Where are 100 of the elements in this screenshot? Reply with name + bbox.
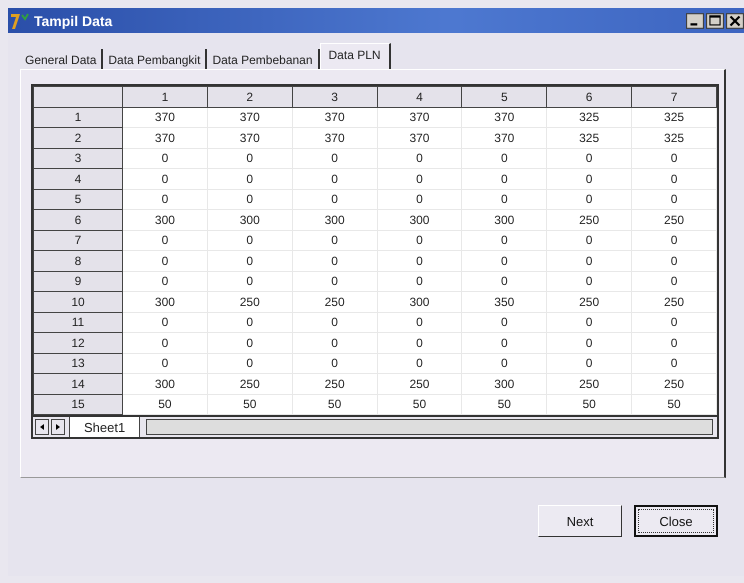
row-header: 3 [34,148,122,168]
column-header: 4 [377,86,462,107]
table-cell: 0 [546,189,632,210]
table-cell: 0 [207,168,292,189]
table-cell: 0 [546,271,632,292]
table-cell: 0 [122,332,208,353]
table-cell: 370 [122,128,208,148]
dialog-button[interactable]: Close [634,505,718,537]
table-cell: 325 [546,128,632,148]
row-header: 15 [34,394,122,414]
table-cell: 0 [462,189,547,210]
table-cell: 0 [377,168,462,189]
maximize-icon[interactable] [706,12,724,28]
table-cell: 0 [377,148,462,168]
table-cell: 0 [122,271,208,292]
table-cell: 300 [122,292,208,312]
table-cell: 0 [292,230,378,250]
close-icon[interactable] [726,12,744,28]
table-cell: 0 [546,168,632,189]
table-cell: 0 [462,230,547,250]
table-cell: 300 [207,210,292,230]
table-cell: 370 [377,128,462,148]
table-cell: 0 [377,230,462,250]
table-cell: 0 [546,148,632,168]
table-cell: 0 [122,148,208,168]
table-cell: 325 [546,107,632,128]
row-header: 4 [34,168,122,189]
table-cell: 250 [207,374,292,394]
table-cell: 0 [122,353,208,374]
table-cell: 250 [546,374,632,394]
row-header: 7 [34,230,122,250]
table-cell: 250 [546,210,632,230]
table-cell: 300 [122,374,208,394]
table-cell: 0 [377,332,462,353]
row-header: 11 [34,312,122,332]
table-cell: 0 [292,353,378,374]
table-cell: 0 [632,148,716,168]
table-cell: 0 [292,312,378,332]
table-cell: 0 [546,312,632,332]
table-cell: 0 [207,250,292,271]
table-cell: 0 [122,168,208,189]
row-header: 1 [34,107,122,128]
tab[interactable]: Data PLN [320,43,391,69]
table-cell: 0 [462,148,547,168]
table-cell: 300 [462,374,547,394]
table-cell: 0 [207,271,292,292]
table-cell: 0 [632,250,716,271]
table-cell: 370 [292,107,378,128]
row-header: 6 [34,210,122,230]
table-cell: 325 [632,107,716,128]
table-cell: 0 [546,353,632,374]
table-cell: 0 [462,332,547,353]
column-header: 3 [292,86,378,107]
row-header: 14 [34,374,122,394]
table-cell: 0 [632,312,716,332]
row-header: 5 [34,189,122,210]
table-cell: 350 [462,292,547,312]
table-cell: 0 [122,230,208,250]
table-cell: 0 [462,312,547,332]
horizontal-scrollbar[interactable] [146,419,713,435]
table-cell: 250 [546,292,632,312]
table-cell: 0 [207,148,292,168]
dialog-button[interactable]: Next [538,505,622,537]
column-header: 2 [207,86,292,107]
table-cell: 250 [292,374,378,394]
column-header: 7 [632,86,716,107]
table-cell: 370 [207,128,292,148]
table-cell: 0 [207,353,292,374]
table-cell: 0 [292,168,378,189]
table-cell: 0 [462,271,547,292]
column-header: 5 [462,86,547,107]
minimize-icon[interactable] [686,12,704,28]
table-cell: 250 [632,210,716,230]
table-cell: 0 [632,230,716,250]
table-cell: 0 [292,148,378,168]
table-cell: 370 [462,128,547,148]
sheet-tab[interactable]: Sheet1 [69,417,140,437]
table-cell: 325 [632,128,716,148]
table-cell: 370 [462,107,547,128]
table-cell: 0 [207,312,292,332]
table-cell: 0 [546,230,632,250]
scroll-right-icon[interactable] [51,419,65,435]
table-cell: 0 [292,189,378,210]
row-header: 12 [34,332,122,353]
table-cell: 0 [462,168,547,189]
row-header: 2 [34,128,122,148]
row-header: 9 [34,271,122,292]
table-cell: 300 [292,210,378,230]
row-header: 8 [34,250,122,271]
table-cell: 0 [377,353,462,374]
table-cell: 250 [632,292,716,312]
table-cell: 0 [122,250,208,271]
table-cell: 250 [292,292,378,312]
table-cell: 0 [632,332,716,353]
table-cell: 0 [377,189,462,210]
table-cell: 0 [462,250,547,271]
column-header: 6 [546,86,632,107]
scroll-left-icon[interactable] [35,419,49,435]
table-cell: 0 [122,312,208,332]
table-cell: 0 [632,189,716,210]
